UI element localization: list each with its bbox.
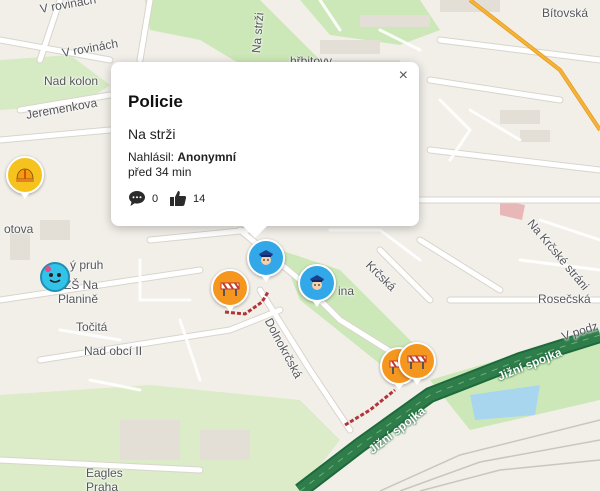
reporter-label: Nahlásil: [128,150,175,164]
roadwork-marker[interactable] [398,342,436,385]
popup-title: Policie [128,92,183,111]
police-marker[interactable] [298,264,336,307]
hard-hat-icon [16,168,34,182]
wazer-avatar[interactable] [40,262,70,292]
poi-label: Praha [86,480,119,491]
reporter-name: Anonymní [177,150,237,164]
close-button[interactable]: × [399,67,408,85]
street-label: Rosečská [538,292,591,306]
road-barrier-icon [220,282,240,296]
poi-label: Eagles [86,466,123,480]
street-label: ý pruh [70,258,104,272]
street-label: Nad kolon [44,74,99,88]
street-label: Nad obcí II [84,344,143,358]
thumbs-up-icon [170,191,187,206]
thumbs-stat[interactable]: 14 [169,190,205,207]
hazard-marker[interactable] [6,156,44,199]
comments-count: 0 [152,192,159,205]
comment-icon [129,191,145,206]
street-label: Točitá [76,320,108,334]
police-officer-icon [259,250,273,265]
roadwork-marker[interactable] [211,269,249,312]
police-officer-icon [310,275,324,290]
street-label: otova [4,222,34,236]
street-label: ina [338,284,355,298]
popup-time: před 34 min [128,165,192,179]
thumbs-count: 14 [193,192,206,205]
wazer-avatar-icon [45,266,61,283]
comments-stat[interactable]: 0 [128,190,158,207]
map-canvas[interactable]: V rovinách V rovinách Nad kolon Jeremenk… [0,0,600,491]
alert-popup: × Policie Na strži Nahlásil: Anonymní př… [111,62,419,238]
police-marker[interactable] [247,239,285,282]
road-barrier-icon [407,355,427,369]
street-label: Bítovská [542,6,589,20]
street-label: Planině [58,292,99,306]
popup-reporter: Nahlásil: Anonymní [128,150,236,164]
popup-street: Na strži [128,126,176,142]
